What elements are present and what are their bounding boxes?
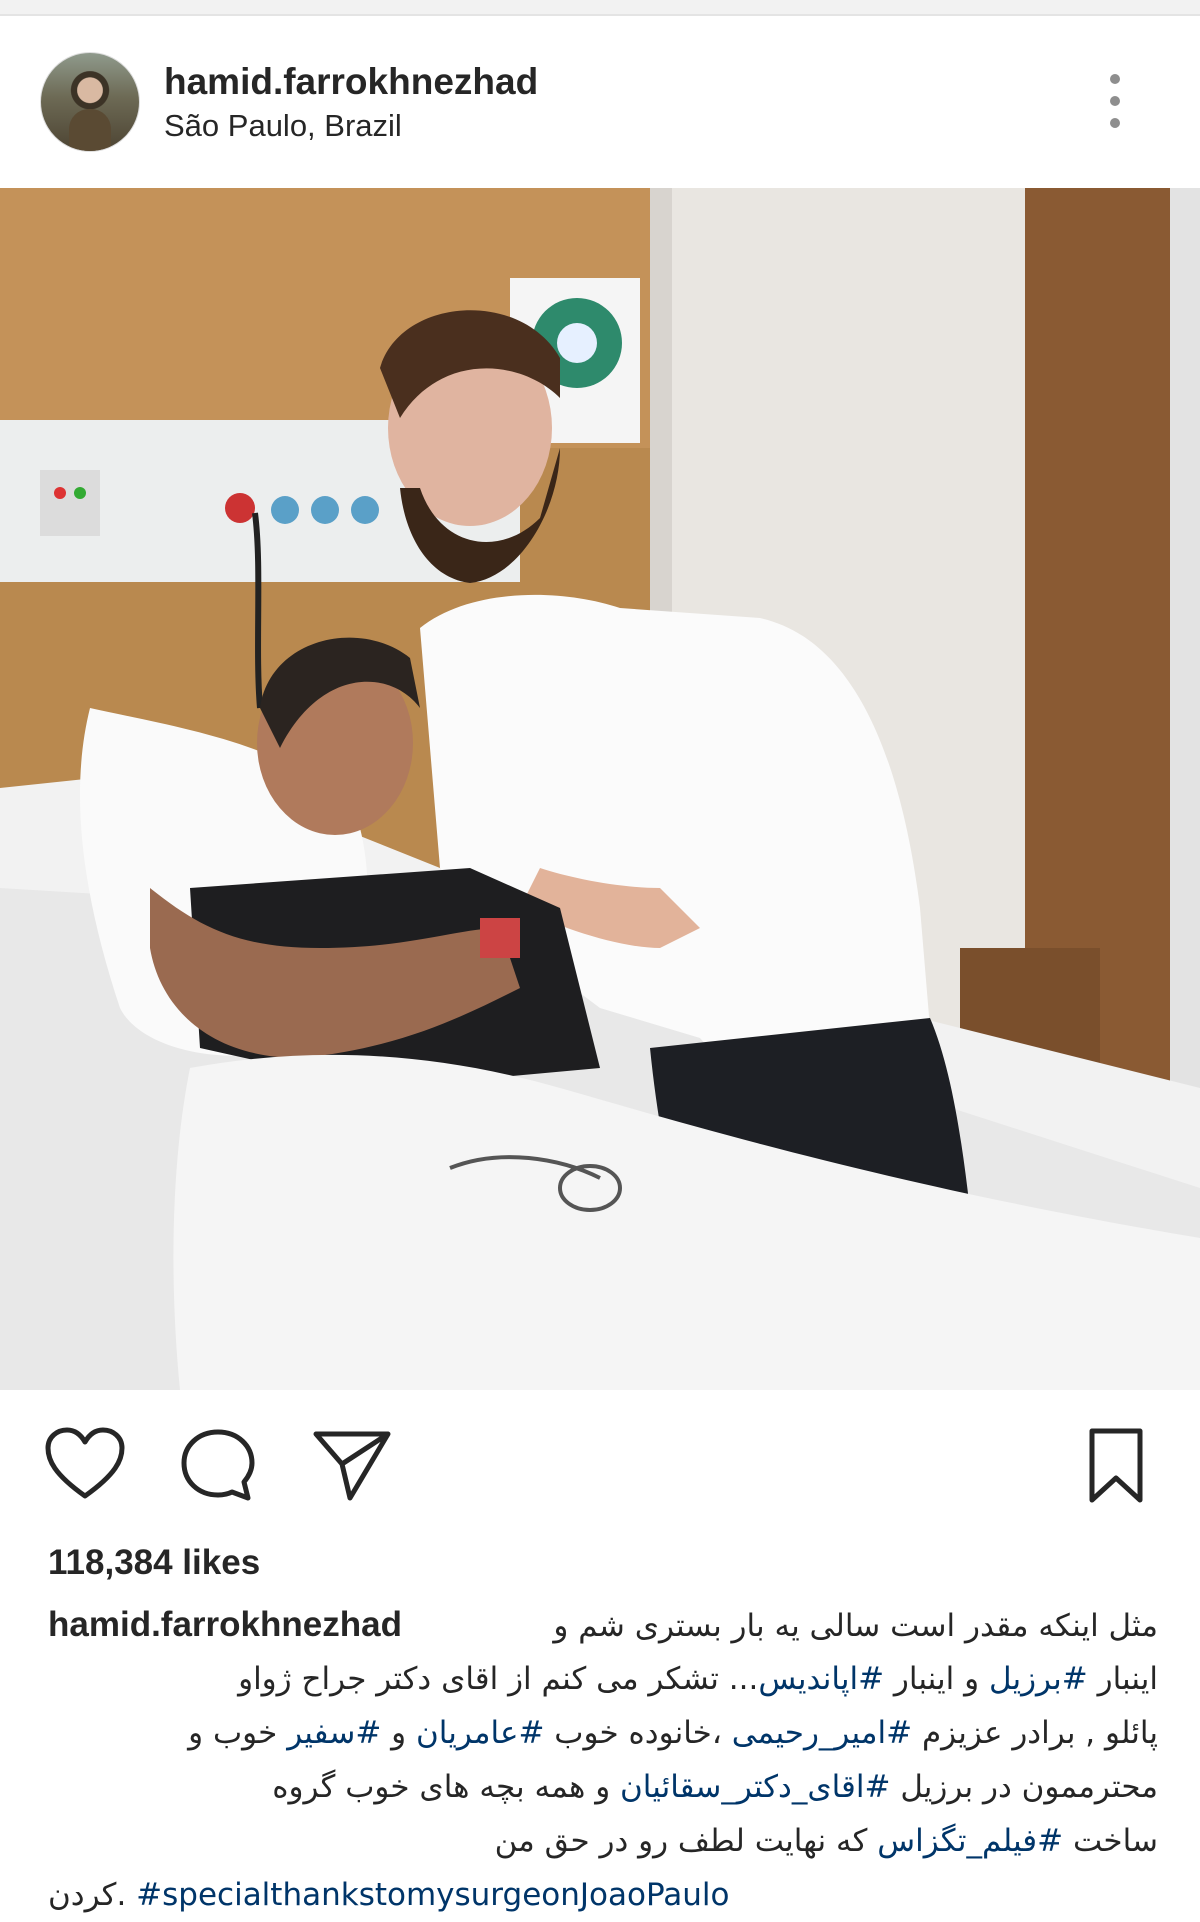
likes-count[interactable]: 118,384 likes [48,1543,260,1583]
caption-line-3: پائلو , برادر عزیزم #امیر_رحیمی ،خانوده … [188,1715,1158,1751]
caption-username[interactable]: hamid.farrokhnezhad [48,1598,402,1652]
hashtag-link[interactable]: #اپاندیس [758,1661,884,1697]
bookmark-icon[interactable] [1086,1426,1146,1506]
post-header: hamid.farrokhnezhad São Paulo, Brazil [0,16,1200,188]
hashtag-link[interactable]: #specialthankstomysurgeonJoaoPaulo [136,1877,729,1913]
hashtag-link[interactable]: #برزیل [989,1661,1088,1697]
caption-line-4: محترممون در برزیل #اقای_دکتر_سقائیان و ه… [272,1769,1158,1805]
avatar[interactable] [40,52,140,152]
hashtag-link[interactable]: #امیر_رحیمی [732,1715,912,1751]
comment-icon[interactable] [178,1426,258,1504]
post-actions [0,1390,1200,1540]
post-username[interactable]: hamid.farrokhnezhad [164,61,538,103]
hashtag-link[interactable]: #عامریان [416,1715,544,1751]
caption-line-6: کردن. #specialthankstomysurgeonJoaoPaulo [48,1877,730,1913]
post-caption: hamid.farrokhnezhad مثل اینکه مقدر است س… [48,1598,1158,1922]
hashtag-link[interactable]: #سفیر [287,1715,381,1751]
hashtag-link[interactable]: #فیلم_تگزاس [877,1823,1063,1859]
post-location[interactable]: São Paulo, Brazil [164,108,402,144]
caption-line-2: اینبار #برزیل و اینبار #اپاندیس... تشکر … [238,1661,1158,1697]
caption-line-1: مثل اینکه مقدر است سالی یه بار بستری شم … [553,1608,1158,1644]
post-photo[interactable] [0,188,1200,1390]
more-options-icon[interactable] [1105,74,1125,140]
send-icon[interactable] [310,1426,394,1504]
heart-icon[interactable] [44,1426,126,1502]
caption-line-5: ساخت #فیلم_تگزاس که نهایت لطف رو در حق م… [494,1823,1158,1859]
hashtag-link[interactable]: #اقای_دکتر_سقائیان [620,1769,890,1805]
status-bar-divider [0,0,1200,16]
